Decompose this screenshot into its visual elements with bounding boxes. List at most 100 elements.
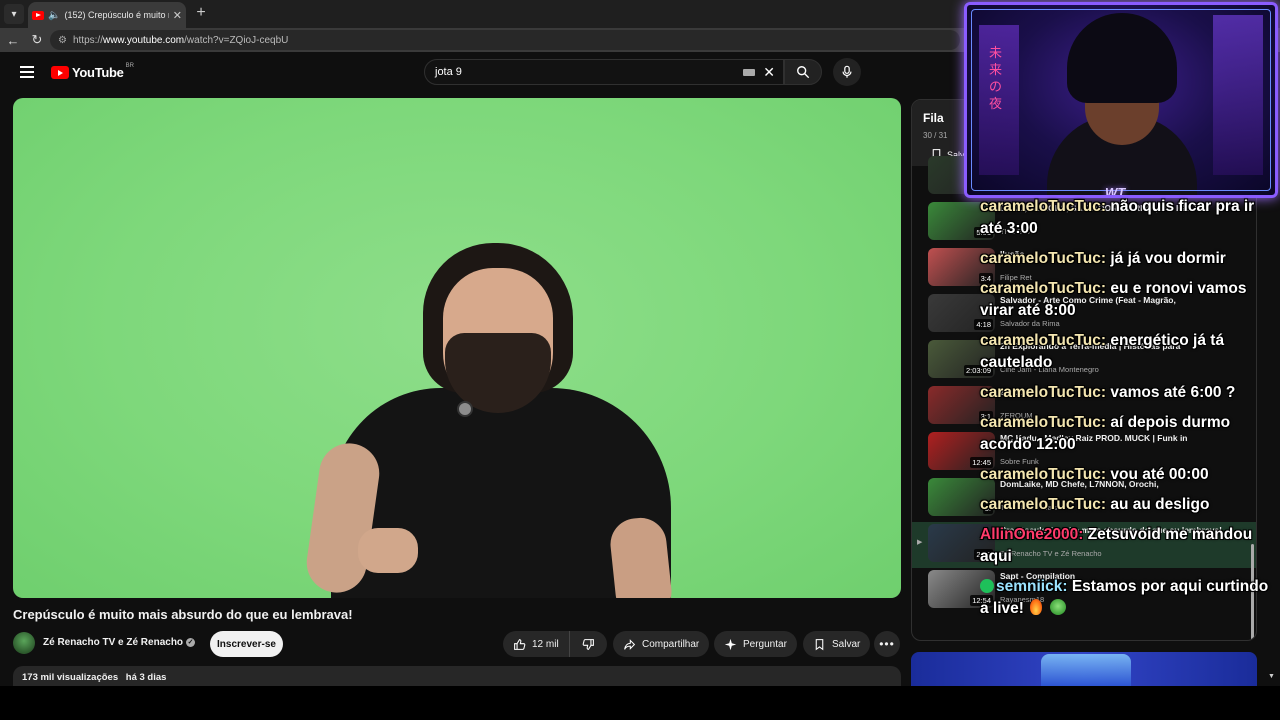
- country-code: BR: [125, 62, 134, 69]
- microphone-icon: [842, 65, 852, 78]
- fire-emoji-icon: [1029, 599, 1042, 615]
- chat-separator: :: [1100, 496, 1111, 513]
- video-person-fist: [358, 528, 418, 573]
- streamer-webcam: 未来の夜 WT: [964, 2, 1278, 198]
- channel-name-text: Zé Renacho TV e Zé Renacho: [43, 637, 184, 648]
- save-label: Salvar: [832, 638, 861, 650]
- save-button[interactable]: Salvar: [803, 631, 871, 657]
- search-icon: [797, 66, 810, 79]
- address-bar[interactable]: ⚙ https://www.youtube.com/watch?v=ZQioJ-…: [50, 30, 960, 50]
- logo-text: YouTube: [72, 65, 124, 80]
- upload-age: há 3 dias: [125, 672, 167, 683]
- url-prefix: https://: [72, 34, 103, 46]
- screen: ▾ 🔈 (152) Crepúsculo é muito mais absurd…: [0, 0, 1280, 720]
- dislike-button[interactable]: [570, 631, 607, 657]
- chat-username: carameloTucTuc: [980, 198, 1101, 215]
- site-info-icon[interactable]: ⚙: [58, 35, 67, 46]
- ask-label: Perguntar: [743, 638, 787, 650]
- share-label: Compartilhar: [642, 638, 700, 650]
- like-count: 12 mil: [532, 638, 559, 650]
- chat-username: carameloTucTuc: [980, 414, 1101, 431]
- chat-text: já já vou dormir: [1110, 250, 1226, 267]
- share-icon: [624, 638, 636, 650]
- chat-separator: :: [1100, 414, 1111, 431]
- now-playing-icon: ▶: [917, 539, 923, 546]
- chat-message: carameloTucTuc: eu e ronovi vamos virar …: [980, 278, 1276, 322]
- search-input[interactable]: jota 9 ✕: [424, 59, 784, 85]
- verified-icon: ✓: [186, 637, 196, 647]
- chat-username: AllinOne2000: [980, 526, 1079, 543]
- keyboard-icon[interactable]: [743, 69, 755, 76]
- back-arrow-icon[interactable]: ←: [4, 31, 22, 49]
- close-tab-icon[interactable]: ✕: [173, 9, 182, 22]
- chat-username: carameloTucTuc: [980, 466, 1101, 483]
- ad-graphic: [1041, 654, 1131, 686]
- queue-title: Fila: [923, 111, 944, 125]
- chat-username: carameloTucTuc: [980, 280, 1101, 297]
- bookmark-icon: [815, 638, 824, 650]
- chat-username: semniick: [996, 578, 1063, 595]
- thumbs-down-icon: [582, 638, 594, 650]
- thumbs-up-icon: [514, 638, 526, 650]
- chat-separator: :: [1100, 466, 1111, 483]
- search-value: jota 9: [435, 66, 462, 78]
- chat-message: carameloTucTuc: aí depois durmo acordo 1…: [980, 412, 1276, 456]
- chat-message: carameloTucTuc: não quis ficar pra ir at…: [980, 196, 1276, 240]
- bottom-letterbox: [0, 686, 1280, 720]
- video-player[interactable]: [13, 98, 901, 598]
- chat-separator: :: [1100, 198, 1111, 215]
- scroll-down-arrow-icon[interactable]: ▼: [1268, 673, 1275, 680]
- stream-chat-overlay: carameloTucTuc: não quis ficar pra ir at…: [980, 196, 1276, 626]
- chat-separator: :: [1100, 332, 1111, 349]
- chat-separator: :: [1100, 250, 1111, 267]
- alien-emoji-icon: [1049, 599, 1066, 615]
- menu-icon[interactable]: [20, 66, 34, 78]
- queue-count: 30 / 31: [923, 131, 948, 140]
- share-button[interactable]: Compartilhar: [613, 631, 710, 657]
- chat-message: carameloTucTuc: vou até 00:00: [980, 464, 1276, 486]
- chat-message: AllinOne2000: Zetsuvoid me mandou aqui: [980, 524, 1276, 568]
- like-button[interactable]: 12 mil: [503, 631, 570, 657]
- subscribe-button[interactable]: Inscrever-se: [210, 631, 283, 657]
- clear-search-icon[interactable]: ✕: [763, 64, 775, 81]
- new-tab-button[interactable]: +: [192, 4, 210, 22]
- channel-name[interactable]: Zé Renacho TV e Zé Renacho ✓: [43, 637, 196, 648]
- channel-avatar[interactable]: [13, 632, 35, 654]
- view-count: 173 mil visualizações: [22, 672, 119, 683]
- search-button[interactable]: [784, 59, 822, 85]
- youtube-favicon-icon: [32, 10, 44, 20]
- youtube-play-icon: [51, 66, 69, 79]
- more-actions-icon[interactable]: •••: [874, 631, 900, 657]
- chat-separator: :: [1100, 280, 1111, 297]
- chat-separator: :: [1078, 526, 1088, 543]
- chat-message: carameloTucTuc: já já vou dormir: [980, 248, 1276, 270]
- browser-tab[interactable]: 🔈 (152) Crepúsculo é muito mais absurdo …: [28, 2, 186, 28]
- chat-message: carameloTucTuc: vamos até 6:00 ?: [980, 382, 1276, 404]
- description-box[interactable]: 173 mil visualizações há 3 dias: [13, 666, 901, 688]
- chat-text: vamos até 6:00 ?: [1110, 384, 1236, 401]
- lapel-mic: [457, 401, 473, 417]
- chat-separator: :: [1062, 578, 1072, 595]
- sparkle-icon: [724, 638, 737, 650]
- chat-separator: :: [1100, 384, 1111, 401]
- chat-badge-icon: [980, 579, 994, 593]
- chat-message: carameloTucTuc: au au desligo: [980, 494, 1276, 516]
- reload-icon[interactable]: ↻: [28, 31, 46, 49]
- speaker-icon[interactable]: 🔈: [48, 10, 60, 21]
- chat-text: vou até 00:00: [1110, 466, 1209, 483]
- chat-username: carameloTucTuc: [980, 496, 1101, 513]
- ad-banner[interactable]: [911, 652, 1257, 686]
- chat-username: carameloTucTuc: [980, 250, 1101, 267]
- tab-list-button[interactable]: ▾: [4, 4, 24, 24]
- url-path: /watch?v=ZQioJ-ceqbU: [184, 34, 289, 46]
- video-title: Crepúsculo é muito mais absurdo do que e…: [13, 607, 353, 622]
- youtube-logo[interactable]: YouTube BR: [51, 62, 134, 80]
- voice-search-button[interactable]: [833, 58, 861, 86]
- like-dislike-group: 12 mil: [503, 631, 607, 657]
- ask-button[interactable]: Perguntar: [714, 631, 797, 657]
- chat-username: carameloTucTuc: [980, 332, 1101, 349]
- chat-message: carameloTucTuc: energético já tá cautela…: [980, 330, 1276, 374]
- cam-frame: [971, 9, 1271, 191]
- tab-title: (152) Crepúsculo é muito mais absurdo do…: [64, 10, 168, 20]
- chat-username: carameloTucTuc: [980, 384, 1101, 401]
